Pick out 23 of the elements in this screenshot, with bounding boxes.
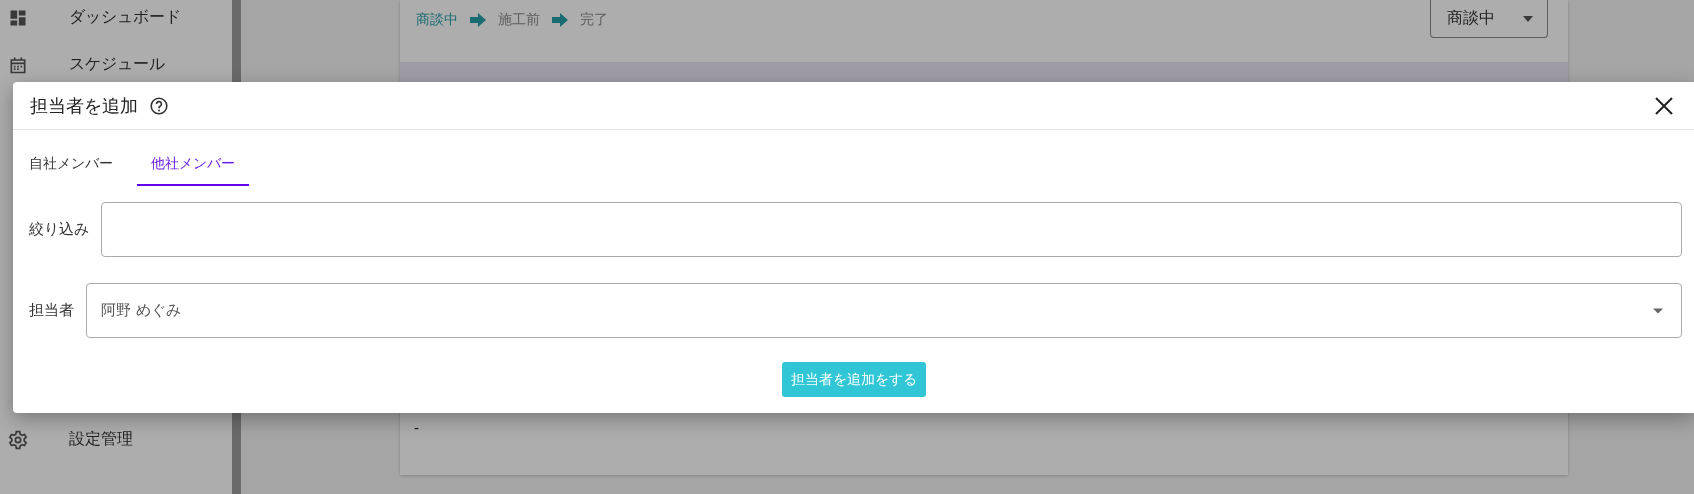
arrow-icon bbox=[470, 13, 486, 27]
caret-icon bbox=[1523, 15, 1533, 22]
tab[interactable]: 他社メンバー bbox=[137, 144, 249, 186]
progress-step: 完了 bbox=[580, 11, 608, 29]
tab[interactable]: 自社メンバー bbox=[29, 144, 127, 186]
field-label: 担当者 bbox=[29, 301, 74, 320]
sidebar-item[interactable]: 設定管理 bbox=[69, 429, 133, 450]
arrow-icon bbox=[552, 13, 568, 27]
gear-icon bbox=[8, 429, 28, 450]
status-dropdown[interactable]: 商談中 bbox=[1430, 0, 1548, 38]
sidebar-item[interactable]: スケジュール bbox=[69, 54, 165, 75]
field-label: 絞り込み bbox=[29, 220, 89, 239]
status-value: 商談中 bbox=[1447, 8, 1495, 29]
dialog-title: 担当者を追加 bbox=[30, 93, 138, 118]
input-field[interactable] bbox=[101, 202, 1682, 257]
help-icon bbox=[150, 96, 168, 115]
sidebar-item[interactable]: ダッシュボード bbox=[69, 7, 181, 28]
select-value: 阿野 めぐみ bbox=[101, 301, 181, 320]
caret-icon bbox=[1653, 307, 1663, 314]
progress-step: 施工前 bbox=[498, 11, 540, 29]
select-field[interactable]: 阿野 めぐみ bbox=[86, 283, 1682, 338]
detail-value: - bbox=[414, 420, 420, 436]
progress-step: 商談中 bbox=[416, 11, 458, 29]
